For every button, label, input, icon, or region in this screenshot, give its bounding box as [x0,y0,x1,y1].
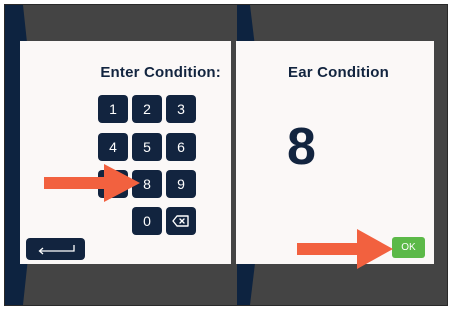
enter-condition-title: Enter Condition: [100,64,221,81]
backspace-key[interactable] [166,207,196,235]
ear-condition-title: Ear Condition [288,64,389,81]
return-arrow-icon [38,245,75,255]
backspace-icon [172,215,189,227]
key-3[interactable]: 3 [166,95,196,123]
key-2[interactable]: 2 [132,95,162,123]
key-1[interactable]: 1 [98,95,128,123]
key-6[interactable]: 6 [166,133,196,161]
back-button[interactable] [26,238,85,260]
key-4[interactable]: 4 [98,133,128,161]
pointer-arrow-icon [297,229,393,269]
key-5[interactable]: 5 [132,133,162,161]
condition-value: 8 [287,118,316,176]
key-0[interactable]: 0 [132,207,162,235]
ok-button[interactable]: OK [392,237,425,258]
pointer-arrow-icon [44,164,140,202]
key-9[interactable]: 9 [166,170,196,198]
